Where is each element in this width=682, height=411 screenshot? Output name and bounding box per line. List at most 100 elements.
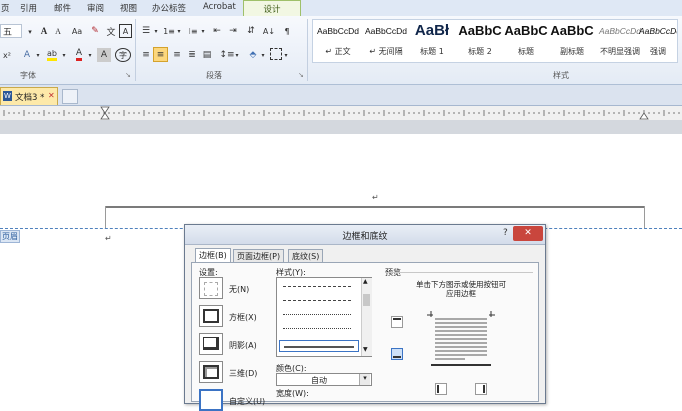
tab-mailings[interactable]: 邮件 [54,2,71,14]
close-tab-icon[interactable]: ✕ [48,91,55,100]
paragraph-mark: ↵ [372,193,379,202]
line-style-dash[interactable] [283,286,351,287]
numbering-icon[interactable]: 1≡ [162,24,176,38]
style-subtle-emphasis[interactable]: AaBbCcDd 不明显强调 [595,20,645,62]
char-border-icon[interactable]: A [119,24,132,38]
chevron-down-icon[interactable]: ▾ [359,374,370,385]
shading-icon[interactable]: ⬘ [246,48,260,62]
tab-references[interactable]: 引用 [20,2,37,14]
line-style-dash-dot[interactable] [283,314,351,315]
line-style-dash-wide[interactable] [283,300,351,301]
tab-page-border[interactable]: 页面边框(P) [233,249,285,263]
font-color-dropdown-icon[interactable]: ▾ [86,48,94,62]
right-border-button[interactable] [475,383,487,395]
font-size-box[interactable]: 五 [0,24,22,38]
bullets-icon[interactable]: ☰ [139,24,153,38]
new-tab-button[interactable] [62,89,78,104]
tab-page-layout[interactable]: 页 [1,2,10,14]
bottom-border-button[interactable] [391,348,403,360]
multilevel-dropdown-icon[interactable]: ▾ [200,24,206,38]
shrink-font-icon[interactable]: A [52,24,64,38]
header-label[interactable]: 页眉 [0,230,20,243]
font-color-icon[interactable]: A [72,48,86,62]
tab-office-tabs[interactable]: 办公标签 [152,2,186,14]
scroll-thumb[interactable] [363,294,370,306]
phonetic-guide-icon[interactable]: 文 [104,24,118,38]
document-tab[interactable]: W 文档3 * ✕ [0,87,58,105]
right-indent-marker[interactable] [639,112,649,120]
style-title[interactable]: AaBbC 标题 [501,20,551,62]
tab-borders[interactable]: 边框(B) [195,248,231,263]
numbering-dropdown-icon[interactable]: ▾ [176,24,182,38]
distribute-icon[interactable]: ▤ [200,48,214,62]
chinese-layout-icon[interactable]: ⇵ [244,24,258,38]
setting-box-label[interactable]: 方框(X) [229,312,257,323]
color-select[interactable]: 自动 ▾ [276,373,372,386]
multilevel-list-icon[interactable]: ⁝≡ [186,24,200,38]
style-heading-1[interactable]: AaBł 标题 1 [409,20,455,62]
text-effects-icon[interactable]: A [20,48,34,62]
change-case-icon[interactable]: Aa [70,24,84,38]
setting-none-icon[interactable] [199,277,223,299]
highlight-icon[interactable]: ab [44,48,60,62]
borders-dropdown-icon[interactable]: ▾ [283,48,289,62]
tab-view[interactable]: 视图 [120,2,137,14]
style-heading-2[interactable]: AaBbC 标题 2 [455,20,505,62]
paragraph-dialog-launcher-icon[interactable]: ↘ [298,71,304,79]
align-center-icon[interactable]: ≡ [153,47,168,62]
style-list-scrollbar[interactable]: ▲ ▼ [361,278,372,356]
dialog-close-button[interactable]: ✕ [513,226,543,241]
style-sample: AaBbCcDd [364,26,408,36]
font-dialog-launcher-icon[interactable]: ↘ [125,71,131,79]
hanging-indent-marker[interactable] [100,112,110,120]
shading-dropdown-icon[interactable]: ▾ [260,48,266,62]
line-style-dash-dot-dot[interactable] [283,328,351,329]
tab-acrobat[interactable]: Acrobat [203,2,236,12]
enclose-char-icon[interactable]: 字 [115,48,131,62]
line-spacing-dropdown-icon[interactable]: ▾ [234,48,240,62]
show-marks-icon[interactable]: ¶ [280,24,294,38]
highlight-dropdown-icon[interactable]: ▾ [60,48,68,62]
sort-icon[interactable]: A↓ [262,24,276,38]
clear-format-icon[interactable]: ✎ [88,24,102,38]
increase-indent-icon[interactable]: ⇥ [226,24,240,38]
style-no-spacing[interactable]: AaBbCcDd ↵ 无间隔 [361,20,411,62]
tab-design[interactable]: 设计 [243,0,301,16]
tab-review[interactable]: 审阅 [87,2,104,14]
setting-box-icon[interactable] [199,305,223,327]
help-icon[interactable]: ? [503,228,508,238]
bullets-dropdown-icon[interactable]: ▾ [153,24,159,38]
font-size-dropdown-icon[interactable]: ▾ [24,25,36,39]
setting-shadow-label[interactable]: 阴影(A) [229,340,257,351]
superscript-icon[interactable]: x² [0,48,14,62]
line-style-list[interactable]: ▲ ▼ [276,277,372,357]
first-line-indent-marker[interactable] [100,106,110,114]
scroll-down-icon[interactable]: ▼ [363,346,368,353]
style-emphasis[interactable]: AaBbCcDd 强调 [639,20,677,62]
scroll-up-icon[interactable]: ▲ [363,278,368,285]
horizontal-ruler[interactable] [0,106,682,121]
style-normal[interactable]: AaBbCcDd ↵ 正文 [313,20,363,62]
setting-none-label[interactable]: 无(N) [229,284,249,295]
top-border-button[interactable] [391,316,403,328]
line-spacing-icon[interactable]: ↕≡ [219,48,234,62]
borders-icon[interactable] [270,48,282,60]
align-left-icon[interactable]: ≡ [139,48,153,62]
line-style-selected[interactable] [279,340,359,352]
dialog-title-bar[interactable]: 边框和底纹 ? ✕ [185,225,545,245]
style-subtitle[interactable]: AaBbC 副标题 [547,20,597,62]
setting-3d-label[interactable]: 三维(D) [229,368,257,379]
decrease-indent-icon[interactable]: ⇤ [210,24,224,38]
setting-custom-icon[interactable] [199,389,223,411]
tab-shading[interactable]: 底纹(S) [288,249,324,263]
setting-custom-label[interactable]: 自定义(U) [229,396,265,407]
text-effects-dropdown-icon[interactable]: ▾ [34,48,42,62]
left-border-button[interactable] [435,383,447,395]
grow-font-icon[interactable]: A [38,24,50,38]
setting-3d-icon[interactable] [199,361,223,383]
char-shading-icon[interactable]: A [97,48,111,62]
preview-diagram[interactable] [425,309,497,369]
align-right-icon[interactable]: ≡ [170,48,184,62]
justify-icon[interactable]: ≣ [185,48,199,62]
setting-shadow-icon[interactable] [199,333,223,355]
